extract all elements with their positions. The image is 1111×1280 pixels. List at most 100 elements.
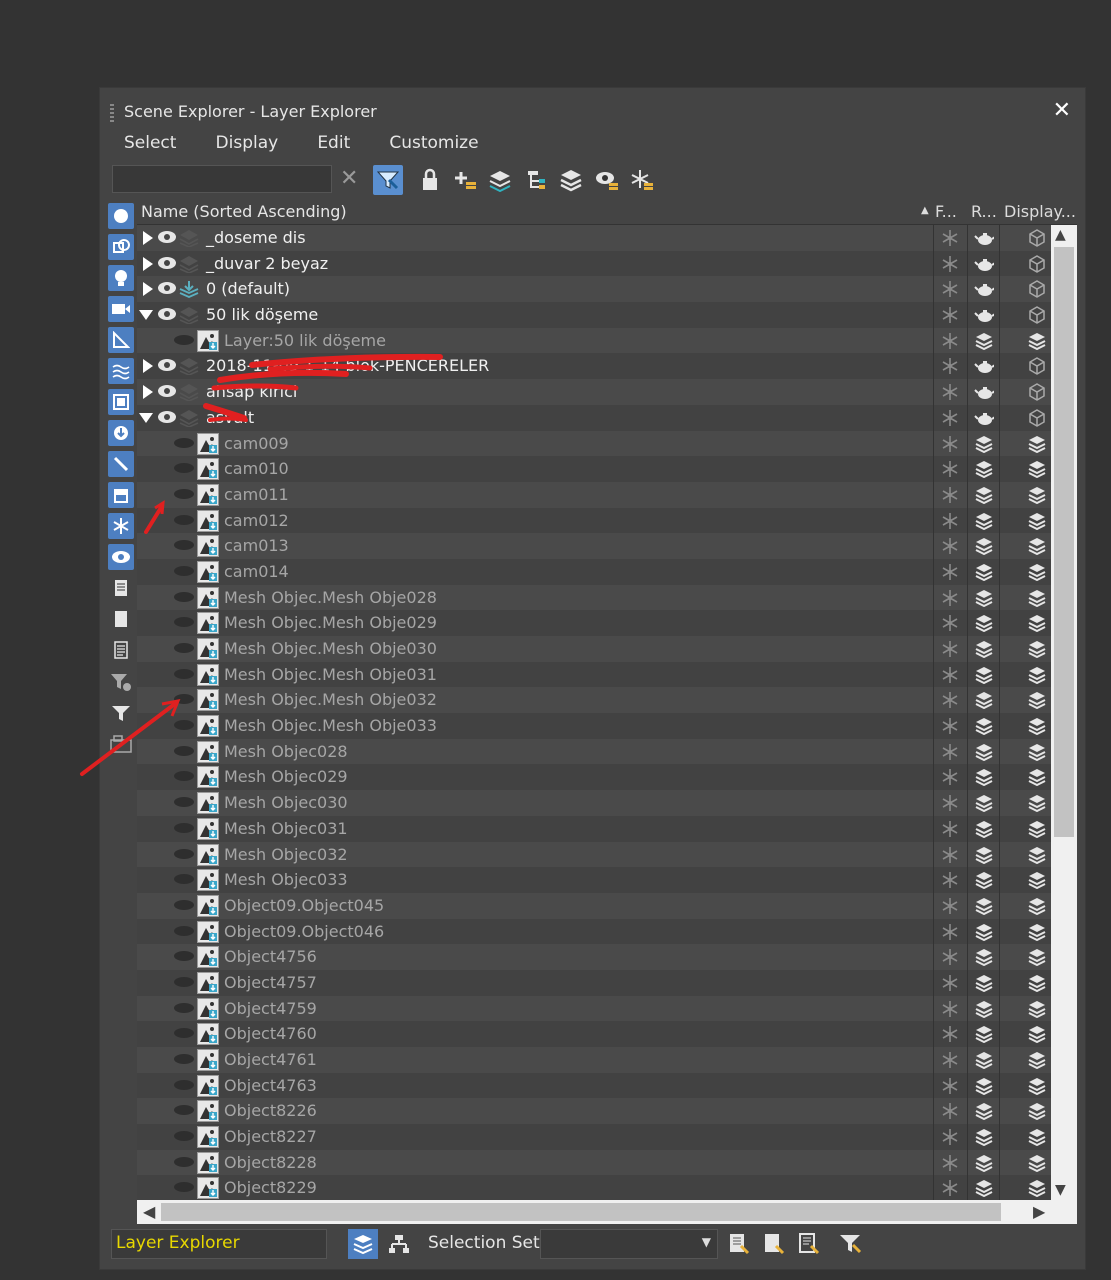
freeze-toggle-icon[interactable]: [940, 382, 960, 402]
display-bylayer-icon[interactable]: [1027, 999, 1047, 1019]
display-bylayer-icon[interactable]: [1027, 742, 1047, 762]
freeze-toggle-icon[interactable]: [940, 793, 960, 813]
visibility-eye-icon[interactable]: [173, 974, 194, 992]
freeze-toggle-icon[interactable]: [940, 690, 960, 710]
collapsed-arrow-icon[interactable]: [143, 385, 153, 400]
object-row[interactable]: Object4761: [137, 1047, 1051, 1073]
visibility-eye-icon[interactable]: [173, 768, 194, 786]
freeze-toggle-icon[interactable]: [940, 767, 960, 787]
object-row[interactable]: Object8229: [137, 1175, 1051, 1200]
object-row[interactable]: Mesh Objec033: [137, 867, 1051, 893]
layer-icon[interactable]: [179, 306, 199, 325]
freeze-toggle-icon[interactable]: [940, 922, 960, 942]
display-bylayer-icon[interactable]: [1027, 1178, 1047, 1198]
xrefs-filter-icon[interactable]: [108, 420, 134, 446]
display-bylayer-icon[interactable]: [1027, 434, 1047, 454]
object-row[interactable]: cam011: [137, 481, 1051, 508]
visibility-eye-icon[interactable]: [173, 846, 194, 864]
object-row[interactable]: Mesh Objec029: [137, 764, 1051, 791]
visibility-eye-icon[interactable]: [173, 691, 194, 709]
visibility-eye-icon[interactable]: [157, 383, 177, 401]
display-bylayer-icon[interactable]: [1027, 639, 1047, 659]
helpers-filter-icon[interactable]: [108, 327, 134, 353]
render-bylayer-icon[interactable]: [974, 613, 994, 633]
cameras-filter-icon[interactable]: [108, 296, 134, 322]
object-row[interactable]: cam014: [137, 558, 1051, 585]
display-bylayer-icon[interactable]: [1027, 1076, 1047, 1096]
freeze-toggle-icon[interactable]: [940, 716, 960, 736]
object-row[interactable]: Object09.Object046: [137, 918, 1051, 945]
freeze-toggle-icon[interactable]: [940, 845, 960, 865]
object-row[interactable]: Layer:50 lik döşeme: [137, 327, 1051, 354]
lock-icon[interactable]: [415, 165, 445, 195]
object-row[interactable]: Mesh Objec028: [137, 738, 1051, 765]
expanded-arrow-icon[interactable]: [139, 412, 153, 423]
render-bylayer-icon[interactable]: [974, 896, 994, 916]
object-row[interactable]: cam010: [137, 456, 1051, 482]
sort-by-layer-icon[interactable]: [348, 1229, 378, 1259]
freeze-toggle-icon[interactable]: [940, 356, 960, 376]
render-teapot-icon[interactable]: [974, 356, 994, 376]
display-bylayer-icon[interactable]: [1027, 1101, 1047, 1121]
render-teapot-icon[interactable]: [974, 279, 994, 299]
horizontal-scrollbar[interactable]: ◀ ▶: [137, 1200, 1077, 1224]
add-to-layer-icon[interactable]: [450, 165, 480, 195]
freeze-toggle-icon[interactable]: [940, 1178, 960, 1198]
render-bylayer-icon[interactable]: [974, 588, 994, 608]
display-bylayer-icon[interactable]: [1027, 562, 1047, 582]
visibility-eye-icon[interactable]: [173, 1000, 194, 1018]
menu-edit[interactable]: Edit: [317, 133, 350, 153]
geometry-filter-icon[interactable]: [108, 203, 134, 229]
visibility-eye-icon[interactable]: [173, 460, 194, 478]
drag-grip-icon[interactable]: [110, 104, 114, 124]
freeze-toggle-icon[interactable]: [940, 536, 960, 556]
column-header-render[interactable]: R...: [971, 202, 997, 221]
lights-filter-icon[interactable]: [108, 265, 134, 291]
collapsed-arrow-icon[interactable]: [143, 256, 153, 271]
object-row[interactable]: cam009: [137, 430, 1051, 457]
freeze-toggle-icon[interactable]: [940, 665, 960, 685]
visibility-eye-icon[interactable]: [173, 640, 194, 658]
visibility-eye-icon[interactable]: [173, 512, 194, 530]
scroll-up-icon[interactable]: ▲: [1055, 227, 1066, 243]
layer-icon[interactable]: [179, 357, 199, 377]
column-header-name[interactable]: Name (Sorted Ascending): [141, 202, 347, 221]
scroll-left-icon[interactable]: ◀: [143, 1202, 155, 1221]
display-bylayer-icon[interactable]: [1027, 870, 1047, 890]
display-bylayer-icon[interactable]: [1027, 1127, 1047, 1147]
vertical-scroll-thumb[interactable]: [1054, 247, 1074, 837]
visibility-eye-icon[interactable]: [173, 923, 194, 941]
render-bylayer-icon[interactable]: [974, 1101, 994, 1121]
layer-icon[interactable]: [179, 383, 199, 403]
display-bylayer-icon[interactable]: [1027, 485, 1047, 505]
display-box-icon[interactable]: [1027, 408, 1047, 428]
object-row[interactable]: Mesh Objec.Mesh Obje029: [137, 610, 1051, 636]
visibility-eye-icon[interactable]: [173, 589, 194, 607]
freeze-toggle-icon[interactable]: [940, 279, 960, 299]
display-bylayer-icon[interactable]: [1027, 947, 1047, 967]
frozen-filter-icon[interactable]: [108, 513, 134, 539]
layer-row[interactable]: 2018-11-09 1-14 blok-PENCERELER: [137, 353, 1051, 380]
freeze-toggle-icon[interactable]: [940, 870, 960, 890]
object-row[interactable]: Mesh Objec.Mesh Obje028: [137, 584, 1051, 611]
layer-icon[interactable]: [179, 255, 199, 274]
show-hide-icon[interactable]: [592, 165, 622, 195]
visibility-eye-icon[interactable]: [157, 229, 177, 247]
object-row[interactable]: Mesh Objec031: [137, 815, 1051, 842]
freeze-toggle-icon[interactable]: [940, 896, 960, 916]
display-bylayer-icon[interactable]: [1027, 613, 1047, 633]
display-all-icon[interactable]: [108, 575, 134, 601]
render-teapot-icon[interactable]: [974, 305, 994, 325]
render-bylayer-icon[interactable]: [974, 845, 994, 865]
object-row[interactable]: Object8228: [137, 1149, 1051, 1176]
display-bylayer-icon[interactable]: [1027, 716, 1047, 736]
layer-row[interactable]: 50 lik döşeme: [137, 302, 1051, 328]
render-bylayer-icon[interactable]: [974, 742, 994, 762]
render-bylayer-icon[interactable]: [974, 819, 994, 839]
visibility-eye-icon[interactable]: [173, 717, 194, 735]
display-bylayer-icon[interactable]: [1027, 896, 1047, 916]
visibility-eye-icon[interactable]: [157, 306, 177, 324]
render-bylayer-icon[interactable]: [974, 1178, 994, 1198]
object-row[interactable]: Mesh Objec.Mesh Obje031: [137, 661, 1051, 688]
freeze-toggle-icon[interactable]: [940, 331, 960, 351]
